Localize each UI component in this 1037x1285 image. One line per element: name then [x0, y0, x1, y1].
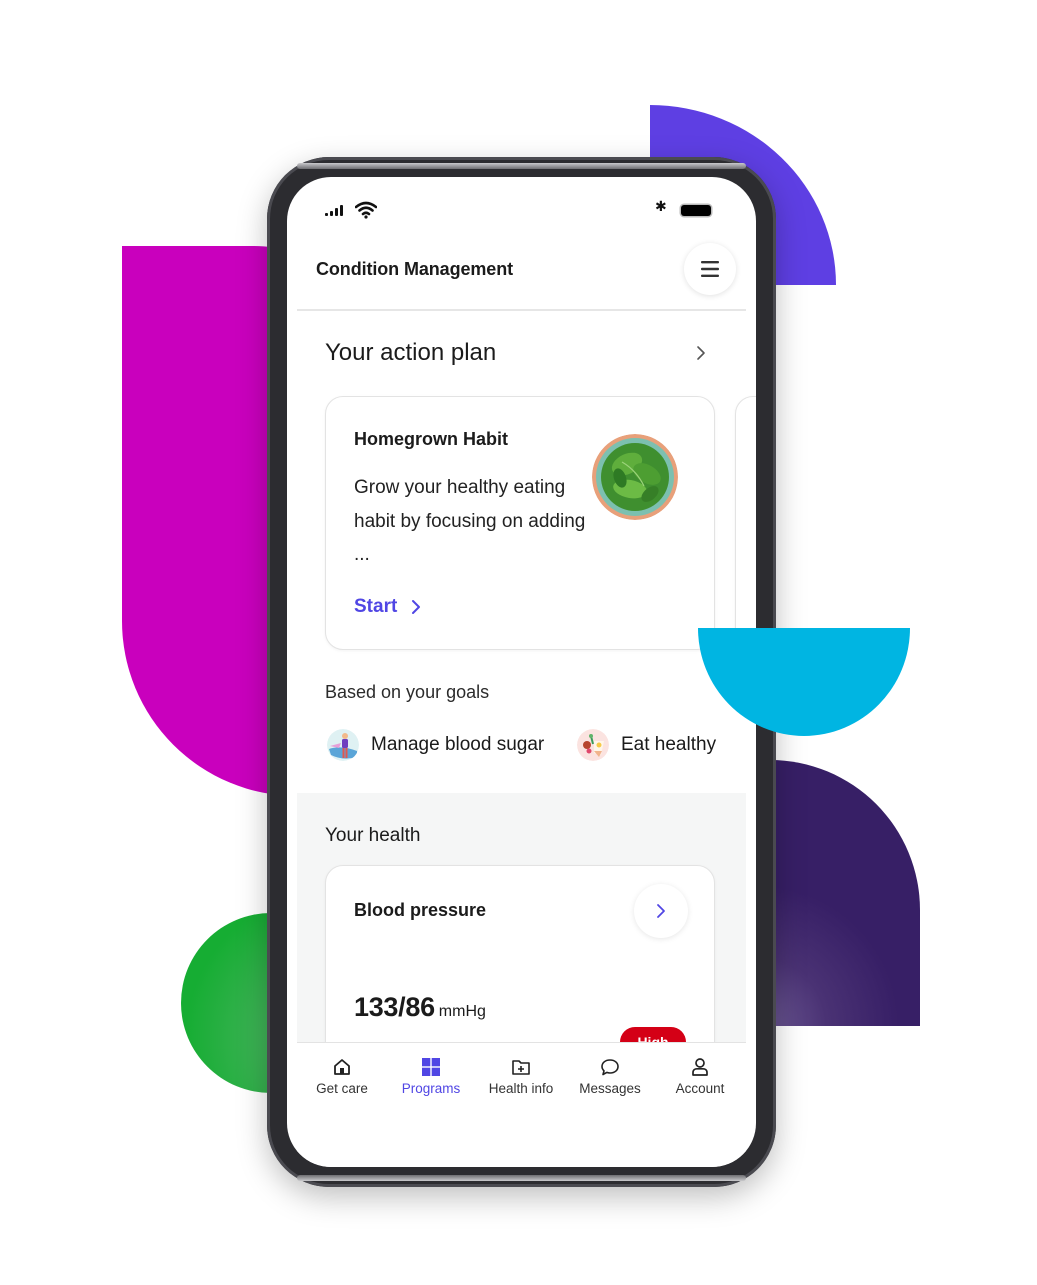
blood-pressure-open-button[interactable]: [634, 884, 688, 938]
bottom-tab-bar: Get care Programs Health info Messages A…: [297, 1042, 746, 1167]
cellular-signal-icon: [325, 205, 343, 216]
goal-chip-manage-blood-sugar[interactable]: Manage blood sugar: [327, 729, 544, 761]
battery-icon: [681, 205, 711, 216]
home-icon: [334, 1059, 350, 1075]
tab-account[interactable]: Account: [655, 1057, 745, 1096]
blood-pressure-value: 133/86: [354, 992, 435, 1022]
folder-plus-icon: [512, 1060, 530, 1075]
chevron-right-icon: [657, 904, 665, 918]
tab-label: Account: [675, 1081, 725, 1096]
healthy-food-icon: [577, 729, 609, 761]
card-description: Grow your healthy eating habit by focusi…: [354, 477, 586, 565]
goal-chip-eat-healthy[interactable]: Eat healthy: [577, 729, 716, 761]
phone-screen: ✱ Condition Management Your action plan …: [287, 177, 756, 1167]
blood-pressure-unit: mmHg: [438, 1003, 486, 1020]
blood-pressure-reading: 133/86 mmHg: [354, 992, 486, 1023]
next-action-plan-card-peek[interactable]: [735, 396, 756, 650]
app-header: Condition Management: [297, 243, 746, 311]
action-plan-title: Your action plan: [325, 339, 497, 366]
menu-button[interactable]: [684, 243, 736, 295]
person-exercise-icon: [327, 729, 359, 761]
tab-messages[interactable]: Messages: [565, 1057, 655, 1096]
action-plan-chevron-right-icon[interactable]: [694, 343, 708, 363]
your-health-section: Your health Blood pressure 133/86mmHg Hi…: [297, 793, 746, 1127]
bluetooth-icon: ✱: [655, 199, 667, 215]
grid-icon: [422, 1058, 440, 1076]
spinach-bowl-image: [592, 434, 678, 520]
status-bar: ✱: [287, 197, 756, 223]
goals-title: Based on your goals: [325, 682, 490, 702]
tab-get-care[interactable]: Get care: [297, 1057, 387, 1096]
page-title: Condition Management: [316, 259, 513, 279]
person-icon: [692, 1058, 708, 1076]
wifi-icon: [355, 201, 377, 219]
card-title: Homegrown Habit: [354, 429, 509, 449]
tab-label: Health info: [488, 1081, 554, 1096]
tab-label: Programs: [401, 1081, 461, 1096]
goal-label: Eat healthy: [621, 734, 717, 755]
start-label: Start: [354, 596, 398, 617]
hamburger-menu-icon: [701, 261, 719, 277]
chat-bubble-icon: [601, 1059, 619, 1076]
blood-pressure-title: Blood pressure: [354, 900, 487, 920]
tab-programs[interactable]: Programs: [386, 1057, 476, 1096]
your-health-title: Your health: [325, 825, 421, 846]
start-button[interactable]: Start: [354, 596, 421, 618]
chevron-right-icon: [412, 600, 421, 614]
phone-frame: ✱ Condition Management Your action plan …: [267, 157, 776, 1187]
goal-label: Manage blood sugar: [371, 734, 545, 755]
tab-label: Messages: [579, 1081, 641, 1096]
tab-health-info[interactable]: Health info: [476, 1057, 566, 1096]
tab-label: Get care: [316, 1081, 368, 1096]
action-plan-card[interactable]: Homegrown Habit Grow your healthy eating…: [325, 396, 715, 650]
